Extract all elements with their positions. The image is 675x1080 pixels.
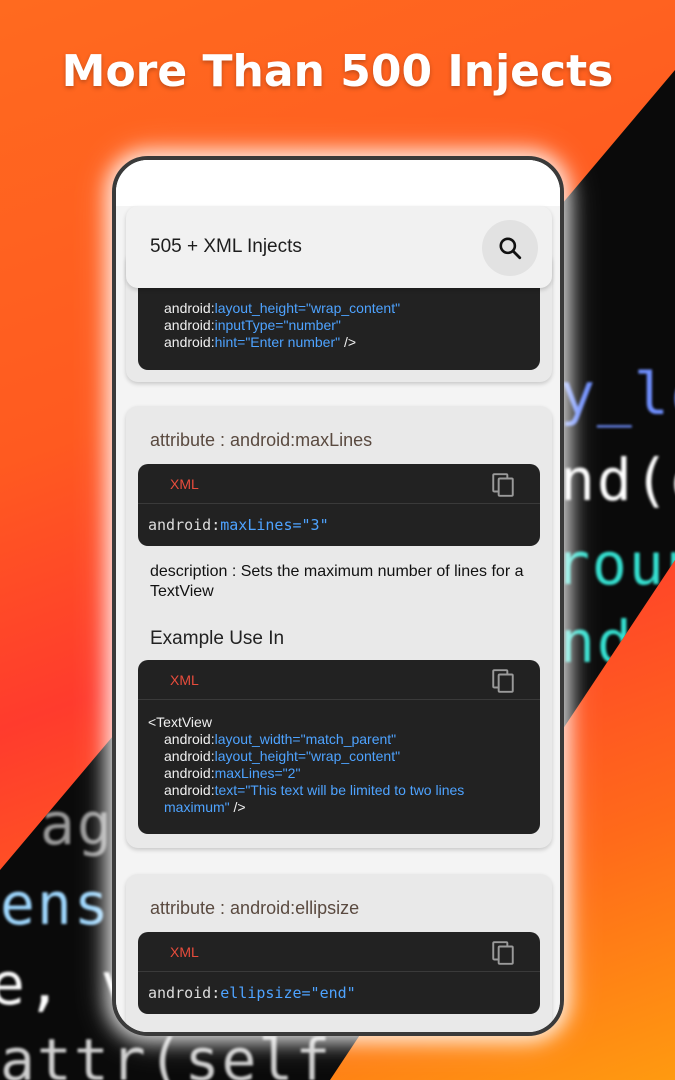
search-icon [499,237,522,260]
bg-code-line-5: ag [40,790,114,858]
language-label: XML [170,944,199,960]
phone-frame: 505 + XML Injects android:layout_height=… [112,156,564,1036]
code-block: XML android:ellipsize="end" [138,932,540,1014]
code-header: XML [138,932,540,972]
code-text: android:maxLines="3" [148,516,329,534]
code-line: <TextView [148,714,212,730]
code-line: android:layout_height="wrap_content" [164,300,401,316]
language-label: XML [170,672,199,688]
code-line: android:inputType="number" [164,317,341,333]
bg-code-line-6: ens [0,870,111,938]
bg-code-line-4: nd( [560,608,671,676]
description-text: description : Sets the maximum number of… [150,563,524,600]
bg-code-line-3: roun [555,530,675,598]
app-bar: 505 + XML Injects [126,206,552,288]
example-code-block: XML <TextView android:layout_width="matc… [138,660,540,834]
copy-icon [492,941,514,965]
code-line: android:text="This text will be limited … [164,782,465,815]
code-block: XML android:maxLines="3" [138,464,540,546]
bg-code-line-1: y_lo [560,360,675,428]
inject-card-maxlines: attribute : android:maxLines XML android… [126,406,552,848]
code-line: android:layout_height="wrap_content" [164,748,401,764]
bg-code-line-2: nd(g [560,446,675,514]
copy-button[interactable] [490,472,516,503]
code-text: android:ellipsize="end" [148,984,356,1002]
attribute-title: attribute : android:maxLines [150,430,373,450]
copy-icon [492,473,514,497]
search-button[interactable] [482,220,538,276]
hero-title: More Than 500 Injects [61,46,614,97]
status-area [116,160,560,206]
code-header: XML [138,464,540,504]
app-screen: 505 + XML Injects android:layout_height=… [116,160,560,1032]
copy-icon [492,669,514,693]
copy-button[interactable] [490,940,516,971]
copy-button[interactable] [490,668,516,699]
code-header: XML [138,660,540,700]
code-line: android:maxLines="2" [164,765,301,781]
code-line: android:layout_width="match_parent" [164,731,397,747]
code-line: android:hint="Enter number" /> [164,334,357,350]
code-text: <TextView android:layout_width="match_pa… [138,700,540,830]
attribute-title: attribute : android:ellipsize [150,898,360,918]
example-title: Example Use In [150,628,285,649]
language-label: XML [170,476,199,492]
app-title: 505 + XML Injects [150,236,302,257]
inject-card-ellipsize: attribute : android:ellipsize XML androi… [126,874,552,1032]
